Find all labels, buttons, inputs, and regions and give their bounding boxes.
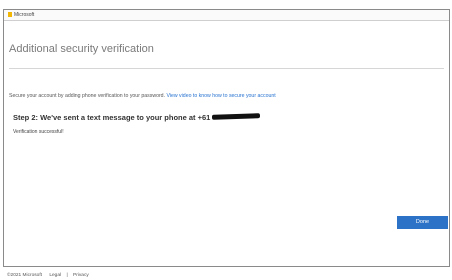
intro-text: Secure your account by adding phone veri… bbox=[9, 92, 276, 100]
page-title: Additional security verification bbox=[9, 43, 154, 55]
done-button[interactable]: Done bbox=[397, 216, 448, 229]
verification-status: Verification successful! bbox=[13, 129, 64, 135]
microsoft-logo-icon bbox=[8, 12, 12, 17]
page: Microsoft Additional security verificati… bbox=[0, 0, 452, 280]
intro-description: Secure your account by adding phone veri… bbox=[9, 93, 166, 99]
footer: ©2021 Microsoft Legal | Privacy bbox=[7, 272, 89, 279]
redacted-phone-number bbox=[212, 113, 261, 120]
footer-legal-link[interactable]: Legal bbox=[49, 273, 61, 278]
footer-copyright: ©2021 Microsoft bbox=[7, 273, 42, 278]
title-divider bbox=[9, 68, 444, 69]
secure-account-video-link[interactable]: View video to know how to secure your ac… bbox=[166, 93, 275, 99]
footer-separator: | bbox=[66, 273, 68, 278]
step-heading: Step 2: We've sent a text message to you… bbox=[13, 113, 261, 123]
brand-name: Microsoft bbox=[14, 12, 35, 18]
brand-bar: Microsoft bbox=[4, 10, 449, 21]
verification-panel: Microsoft Additional security verificati… bbox=[3, 9, 450, 267]
footer-privacy-link[interactable]: Privacy bbox=[73, 273, 89, 278]
step-heading-text: Step 2: We've sent a text message to you… bbox=[13, 113, 211, 122]
